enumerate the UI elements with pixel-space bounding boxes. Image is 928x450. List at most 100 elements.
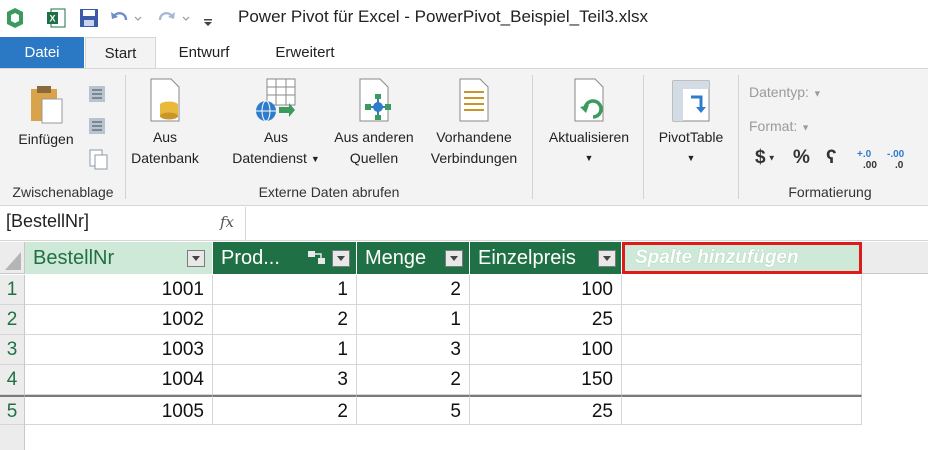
table-cell[interactable]: 25 [470, 395, 622, 425]
table-cell[interactable]: 25 [470, 305, 622, 335]
empty-add-column-cell[interactable] [622, 395, 862, 425]
tab-advanced[interactable]: Erweitert [257, 37, 353, 68]
window-title: Power Pivot für Excel - PowerPivot_Beisp… [238, 7, 649, 26]
clipboard-group-label: Zwischenablage [12, 184, 114, 200]
powerpivot-app-icon [7, 8, 23, 28]
from-other-sources-label-2: Quellen [349, 150, 399, 166]
decrease-decimal-icon[interactable]: -.00 .0 [886, 147, 912, 171]
row-number[interactable]: 3 [0, 335, 25, 365]
header-filler [862, 242, 928, 274]
formula-bar-separator [245, 207, 246, 241]
add-column-header[interactable]: Spalte hinzufügen [622, 242, 862, 274]
table-cell[interactable]: 1005 [25, 395, 213, 425]
table-cell[interactable]: 100 [470, 335, 622, 365]
svg-text:-.00: -.00 [887, 149, 905, 160]
existing-connections-icon [459, 78, 489, 122]
filter-dropdown-icon[interactable] [598, 250, 616, 267]
from-database-button[interactable]: Aus Datenbank [130, 77, 200, 169]
percent-format-button[interactable]: % [793, 147, 810, 169]
function-icon[interactable]: fx [220, 213, 234, 231]
format-label: Format: [749, 118, 798, 134]
table-cell[interactable]: 1002 [25, 305, 213, 335]
row-number[interactable]: 1 [0, 275, 25, 305]
table-row: 4 1004 3 2 150 [0, 365, 862, 395]
formatting-group-label: Formatierung [788, 184, 872, 200]
empty-add-column-cell[interactable] [622, 275, 862, 305]
name-box[interactable]: [BestellNr] [6, 211, 89, 232]
pivottable-button[interactable]: PivotTable ▼ [648, 77, 734, 169]
existing-connections-label-2: Verbindungen [430, 150, 518, 166]
empty-add-column-cell[interactable] [622, 305, 862, 335]
cut-icon[interactable] [86, 83, 110, 107]
from-database-label-1: Aus [152, 129, 178, 145]
row-number[interactable]: 5 [0, 395, 25, 425]
table-cell[interactable]: 2 [357, 275, 470, 305]
external-data-group-label: Externe Daten abrufen [258, 184, 400, 200]
group-separator [738, 75, 739, 199]
tab-file[interactable]: Datei [0, 37, 84, 68]
filter-dropdown-icon[interactable] [445, 250, 463, 267]
from-other-sources-button[interactable]: Aus anderen Quellen [328, 77, 420, 169]
row-header-filler [0, 425, 25, 450]
table-cell[interactable]: 1004 [25, 365, 213, 395]
refresh-label: Aktualisieren [548, 129, 630, 145]
tab-start[interactable]: Start [85, 37, 156, 69]
table-cell[interactable]: 150 [470, 365, 622, 395]
column-header-bestellnr[interactable]: BestellNr [25, 242, 213, 274]
table-cell[interactable]: 100 [470, 275, 622, 305]
table-cell[interactable]: 2 [213, 395, 357, 425]
column-header-label: Prod... [221, 247, 280, 269]
title-bar: X Power Pivot für Excel - PowerPivot_Bei… [0, 0, 928, 37]
table-cell[interactable]: 1 [213, 335, 357, 365]
paste-special-icon[interactable] [86, 147, 110, 171]
table-cell[interactable]: 1 [213, 275, 357, 305]
from-data-service-button[interactable]: Aus Datendienst ▼ [227, 77, 325, 170]
table-cell[interactable]: 1 [357, 305, 470, 335]
from-other-sources-label-1: Aus anderen [334, 129, 414, 145]
table-cell[interactable]: 1001 [25, 275, 213, 305]
dropdown-caret-icon: ▼ [765, 153, 776, 163]
table-cell[interactable]: 2 [357, 365, 470, 395]
table-cell[interactable]: 3 [213, 365, 357, 395]
tab-design[interactable]: Entwurf [163, 37, 245, 68]
table-row: 2 1002 2 1 25 [0, 305, 862, 335]
column-header-produkt[interactable]: Prod... [213, 242, 357, 274]
redo-icon[interactable] [156, 7, 178, 29]
empty-add-column-cell[interactable] [622, 335, 862, 365]
undo-dropdown-icon[interactable] [132, 7, 144, 29]
paste-button[interactable]: Einfügen [10, 83, 82, 150]
refresh-button[interactable]: Aktualisieren ▼ [538, 77, 640, 169]
thousands-separator-button[interactable]: ʕ [826, 147, 837, 169]
copy-icon[interactable] [86, 115, 110, 139]
dropdown-caret-icon: ▼ [812, 88, 822, 99]
customize-qat-icon[interactable] [200, 7, 216, 29]
paste-label: Einfügen [18, 131, 74, 147]
currency-format-button[interactable]: $ ▼ [755, 147, 776, 169]
data-grid: BestellNr Prod... Menge Einzelpreis Spal… [0, 242, 928, 450]
save-icon[interactable] [78, 7, 100, 29]
svg-text:.0: .0 [895, 160, 904, 171]
ribbon-tabs: Datei Start Entwurf Erweitert [0, 37, 928, 69]
filter-dropdown-icon[interactable] [187, 250, 205, 267]
table-row: 1 1001 1 2 100 [0, 275, 862, 305]
column-header-menge[interactable]: Menge [357, 242, 470, 274]
table-cell[interactable]: 3 [357, 335, 470, 365]
dropdown-caret-icon: ▼ [310, 153, 320, 164]
undo-icon[interactable] [108, 7, 130, 29]
empty-add-column-cell[interactable] [622, 365, 862, 395]
select-all-corner[interactable] [0, 242, 25, 274]
row-number[interactable]: 2 [0, 305, 25, 335]
excel-icon[interactable]: X [45, 7, 67, 29]
redo-dropdown-icon[interactable] [180, 7, 192, 29]
table-cell[interactable]: 2 [213, 305, 357, 335]
format-dropdown[interactable]: Format: ▼ [749, 118, 810, 134]
datatype-dropdown[interactable]: Datentyp: ▼ [749, 84, 822, 100]
column-header-einzelpreis[interactable]: Einzelpreis [470, 242, 622, 274]
existing-connections-button[interactable]: Vorhandene Verbindungen [422, 77, 526, 169]
table-cell[interactable]: 1003 [25, 335, 213, 365]
table-cell[interactable]: 5 [357, 395, 470, 425]
increase-decimal-icon[interactable]: +.0 .00 [856, 147, 882, 171]
filter-dropdown-icon[interactable] [332, 250, 350, 267]
row-number[interactable]: 4 [0, 365, 25, 395]
dropdown-caret-icon: ▼ [584, 153, 594, 163]
